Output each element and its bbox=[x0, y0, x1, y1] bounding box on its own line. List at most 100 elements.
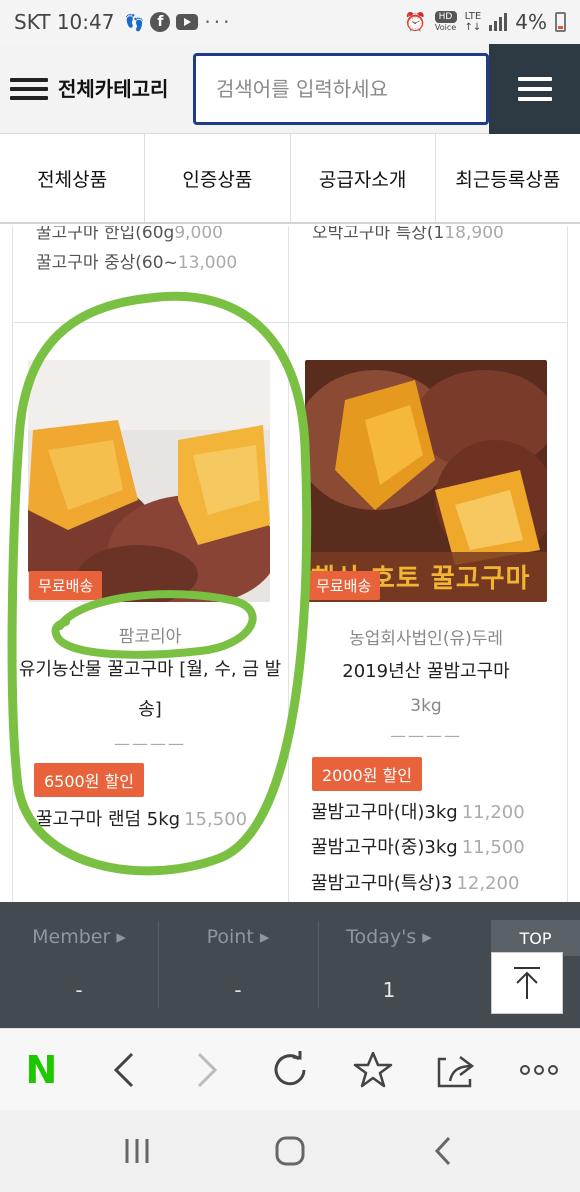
site-header: 전체카테고리 bbox=[0, 44, 580, 134]
search-input[interactable] bbox=[216, 77, 486, 101]
discount-badge: 6500원 할인 bbox=[34, 763, 144, 797]
member-link[interactable]: Member ▸ - bbox=[0, 920, 158, 1020]
option-name: 꿀밤고구마(대)3kg bbox=[311, 802, 458, 823]
free-shipping-badge: 무료배송 bbox=[29, 571, 103, 600]
all-categories-label: 전체카테고리 bbox=[58, 77, 169, 101]
point-label: Point ▸ bbox=[206, 926, 270, 948]
carrier-time: SKT 10:47 bbox=[14, 10, 115, 34]
nav-back-icon bbox=[435, 1136, 451, 1166]
list-item[interactable]: 꿀고구마 중상(60~13,000 bbox=[36, 248, 268, 273]
scroll-up-button[interactable] bbox=[491, 952, 563, 1014]
sweet-potato-image bbox=[28, 360, 270, 602]
option-name: 꿀밤고구마(중)3kg bbox=[311, 837, 458, 858]
refresh-button[interactable] bbox=[249, 1029, 332, 1111]
discount-badge: 2000원 할인 bbox=[312, 757, 422, 791]
arrow-up-icon bbox=[514, 967, 540, 999]
naver-home-button[interactable]: N bbox=[0, 1029, 83, 1111]
list-item[interactable]: 꿀고구마 한입(60g9,000 bbox=[36, 226, 268, 243]
bookmark-button[interactable] bbox=[331, 1029, 414, 1111]
notification-icons: 👣 f ··· bbox=[124, 10, 232, 34]
option-name: 꿀고구마 중상(60~ bbox=[36, 253, 178, 273]
option-name: 오박고구마 특상(1 bbox=[312, 226, 445, 243]
option-price: 11,500 bbox=[461, 837, 525, 858]
option-price: 13,000 bbox=[177, 253, 238, 273]
product-weight: 3kg bbox=[410, 696, 442, 716]
refresh-icon bbox=[274, 1050, 306, 1085]
menu-icon bbox=[10, 78, 48, 100]
nav-tabs: 전체상품 인증상품 공급자소개 최근등록상품 bbox=[0, 134, 580, 224]
product-option[interactable]: 꿀고구마 랜덤 5kg 15,500 bbox=[36, 805, 247, 831]
steps-icon: 👣 bbox=[124, 12, 145, 32]
recents-button[interactable] bbox=[107, 1126, 167, 1176]
hd-label: HD bbox=[434, 11, 457, 23]
battery-percent: 4% bbox=[515, 10, 547, 34]
network-label: LTE bbox=[464, 11, 482, 22]
facebook-icon: f bbox=[150, 12, 171, 32]
lte-icon: LTE ↑↓ bbox=[464, 11, 482, 33]
point-link[interactable]: Point ▸ - bbox=[159, 920, 317, 1020]
point-value: - bbox=[234, 978, 242, 1002]
more-icon bbox=[519, 1064, 558, 1075]
product-name[interactable]: 유기농산물 꿀고구마 [월, 수, 금 발송] bbox=[18, 650, 282, 730]
seller-name[interactable]: 농업회사법인(유)두레 bbox=[288, 624, 564, 649]
product-option[interactable]: 꿀밤고구마(중)3kg 11,500 bbox=[311, 833, 525, 859]
main-menu-button[interactable] bbox=[489, 44, 580, 134]
option-price: 9,000 bbox=[174, 226, 223, 243]
home-icon bbox=[275, 1136, 305, 1166]
naver-logo: N bbox=[25, 1047, 58, 1092]
today-label: Today's ▸ bbox=[346, 926, 432, 948]
today-link[interactable]: Today's ▸ 1 bbox=[310, 920, 468, 1020]
youtube-icon bbox=[176, 14, 199, 30]
signal-icon bbox=[489, 13, 508, 31]
status-bar: SKT 10:47 👣 f ··· ⏰ HD Voice LTE ↑↓ 4% bbox=[0, 0, 580, 44]
option-name: 꿀고구마 랜덤 5kg bbox=[36, 809, 181, 830]
free-shipping-badge: 무료배송 bbox=[307, 571, 381, 600]
divider: ———— bbox=[390, 726, 462, 745]
back-button[interactable] bbox=[83, 1029, 166, 1111]
star-icon bbox=[353, 1051, 393, 1087]
tab-recent-products[interactable]: 최근등록상품 bbox=[436, 134, 580, 222]
home-button[interactable] bbox=[260, 1126, 320, 1176]
site-bottom-bar: Member ▸ - Point ▸ - Today's ▸ 1 TOP bbox=[0, 902, 580, 1028]
option-price: 18,900 bbox=[444, 226, 504, 243]
option-price: 12,200 bbox=[456, 873, 520, 894]
forward-button[interactable] bbox=[166, 1029, 249, 1111]
product-image[interactable] bbox=[28, 360, 270, 602]
share-button[interactable] bbox=[414, 1029, 497, 1111]
menu-icon bbox=[517, 77, 552, 101]
option-price: 15,500 bbox=[184, 809, 248, 830]
product-name[interactable]: 2019년산 꿀밤고구마 bbox=[288, 652, 564, 692]
forward-icon bbox=[198, 1052, 218, 1087]
battery-icon bbox=[555, 12, 566, 32]
alarm-icon: ⏰ bbox=[404, 11, 427, 33]
share-icon bbox=[437, 1055, 474, 1087]
more-notifications-icon: ··· bbox=[204, 10, 233, 34]
tab-supplier-intro[interactable]: 공급자소개 bbox=[291, 134, 436, 222]
today-value: 1 bbox=[382, 978, 396, 1002]
list-item[interactable]: 오박고구마 특상(118,900 bbox=[312, 226, 548, 243]
scroll-top-button[interactable]: TOP bbox=[491, 920, 580, 956]
member-value: - bbox=[75, 978, 83, 1002]
tab-all-products[interactable]: 전체상품 bbox=[0, 134, 146, 222]
product-grid: 꿀고구마 한입(60g9,000 꿀고구마 중상(60~13,000 오박고구마… bbox=[0, 226, 580, 902]
system-nav-bar bbox=[0, 1110, 580, 1192]
all-categories-button[interactable]: 전체카테고리 bbox=[0, 44, 172, 134]
browser-toolbar: N bbox=[0, 1028, 580, 1110]
option-name: 꿀고구마 한입(60g bbox=[36, 226, 175, 243]
tab-certified-products[interactable]: 인증상품 bbox=[145, 134, 291, 222]
member-label: Member ▸ bbox=[32, 926, 126, 948]
more-button[interactable] bbox=[497, 1029, 580, 1111]
option-name: 꿀밤고구마(특상)3 bbox=[311, 873, 453, 894]
system-back-button[interactable] bbox=[413, 1126, 473, 1176]
divider: ———— bbox=[114, 734, 186, 753]
seller-name[interactable]: 팜코리아 bbox=[12, 622, 288, 647]
product-image[interactable]: 해산 호토 꿀고구마 bbox=[305, 360, 547, 602]
product-option[interactable]: 꿀밤고구마(대)3kg 11,200 bbox=[311, 798, 525, 824]
option-price: 11,200 bbox=[461, 802, 525, 823]
hd-voice-icon: HD Voice bbox=[434, 11, 457, 33]
recents-icon bbox=[125, 1139, 149, 1163]
back-icon bbox=[114, 1052, 134, 1087]
search-box[interactable] bbox=[193, 53, 489, 125]
voice-label: Voice bbox=[434, 23, 457, 32]
product-option[interactable]: 꿀밤고구마(특상)3 12,200 bbox=[311, 869, 519, 895]
